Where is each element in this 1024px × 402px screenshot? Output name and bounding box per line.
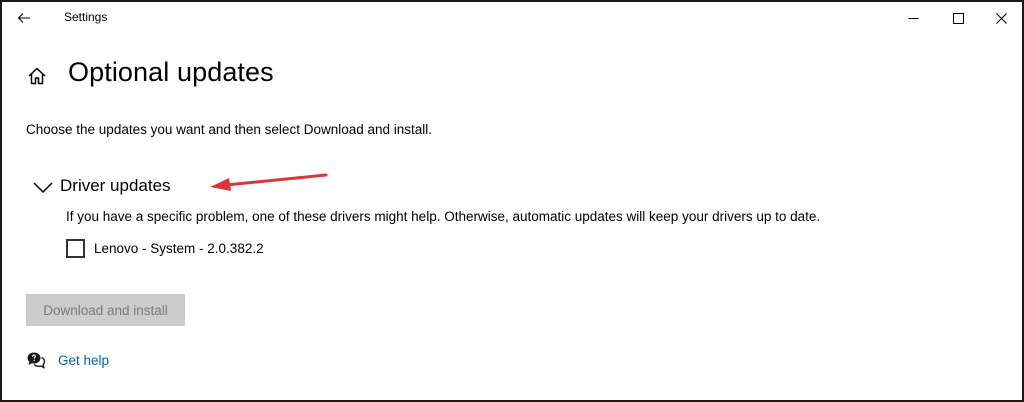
intro-text: Choose the updates you want and then sel… [26,122,433,137]
chevron-down-icon [33,181,53,193]
settings-window: Settings Optional updates Choose the upd… [0,0,1024,402]
minimize-button[interactable] [890,2,936,34]
minimize-icon [908,17,918,19]
driver-updates-title: Driver updates [60,176,171,195]
title-bar: Settings [2,2,1022,34]
chat-help-icon [27,352,46,369]
home-icon[interactable] [26,65,48,87]
maximize-button[interactable] [935,2,981,34]
driver-updates-description: If you have a specific problem, one of t… [66,209,821,224]
annotation-arrow [210,173,328,191]
back-button[interactable] [8,4,40,32]
get-help-row[interactable]: Get help [26,351,109,369]
driver-item[interactable]: Lenovo - System - 2.0.382.2 [66,239,264,258]
driver-updates-toggle[interactable]: Driver updates [32,176,171,196]
page-title: Optional updates [68,57,274,87]
close-icon [995,12,1007,24]
get-help-link[interactable]: Get help [58,353,109,368]
driver-checkbox[interactable] [66,239,85,258]
download-and-install-button[interactable]: Download and install [26,294,185,326]
maximize-icon [952,12,964,24]
app-title: Settings [64,10,108,24]
back-arrow-icon [17,13,30,23]
driver-label: Lenovo - System - 2.0.382.2 [94,241,264,256]
close-button[interactable] [978,2,1024,34]
